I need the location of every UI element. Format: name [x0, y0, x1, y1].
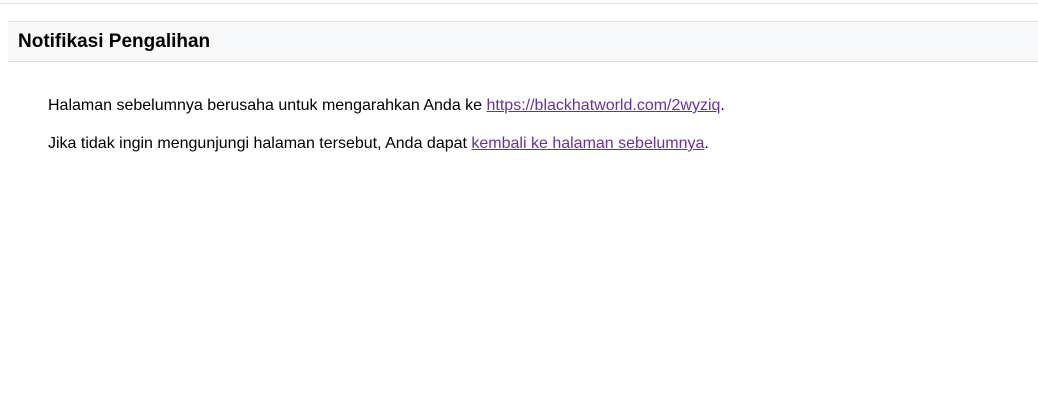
go-back-paragraph: Jika tidak ingin mengunjungi halaman ter… [48, 134, 1008, 154]
notification-header: Notifikasi Pengalihan [8, 21, 1038, 62]
go-back-link[interactable]: kembali ke halaman sebelumnya [471, 135, 704, 152]
redirect-message: Halaman sebelumnya berusaha untuk mengar… [48, 96, 1008, 172]
redirect-target-period: . [720, 97, 725, 114]
page-title: Notifikasi Pengalihan [18, 31, 211, 52]
top-divider [0, 0, 1038, 4]
redirect-target-link[interactable]: https://blackhatworld.com/2wyziq [487, 97, 721, 114]
go-back-text: Jika tidak ingin mengunjungi halaman ter… [48, 135, 472, 152]
go-back-period: . [704, 135, 709, 152]
redirect-target-paragraph: Halaman sebelumnya berusaha untuk mengar… [48, 96, 1008, 116]
redirect-target-text: Halaman sebelumnya berusaha untuk mengar… [48, 97, 487, 114]
